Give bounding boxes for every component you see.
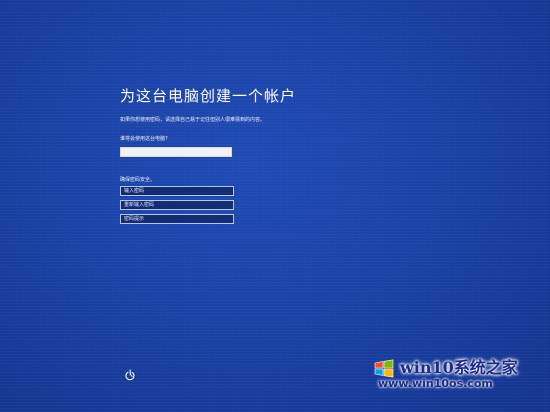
power-icon[interactable] [124,366,136,381]
power-glyph-icon [125,369,135,381]
confirm-password-input[interactable]: 重新输入密码 [120,200,234,210]
password-hint-input[interactable]: 密码提示 [120,214,234,224]
account-setup-panel: 为这台电脑创建一个帐户 如果你想使用密码，请选择自己易于记住但别人很难猜到的内容… [120,86,420,224]
user-name-label: 谁将会使用这台电脑? [120,136,168,142]
watermark-url: www.win10os.com [378,377,493,390]
user-name-input[interactable] [120,147,232,157]
password-section-label: 确保密码安全。 [120,177,156,183]
site-watermark: win10系统之家 www.win10os.com [372,354,532,396]
password-input[interactable]: 输入密码 [120,186,234,196]
page-title: 为这台电脑创建一个帐户 [120,87,297,105]
page-subtitle: 如果你想使用密码，请选择自己易于记住但别人很难猜到的内容。 [120,117,266,123]
watermark-title: win10系统之家 [400,358,518,377]
